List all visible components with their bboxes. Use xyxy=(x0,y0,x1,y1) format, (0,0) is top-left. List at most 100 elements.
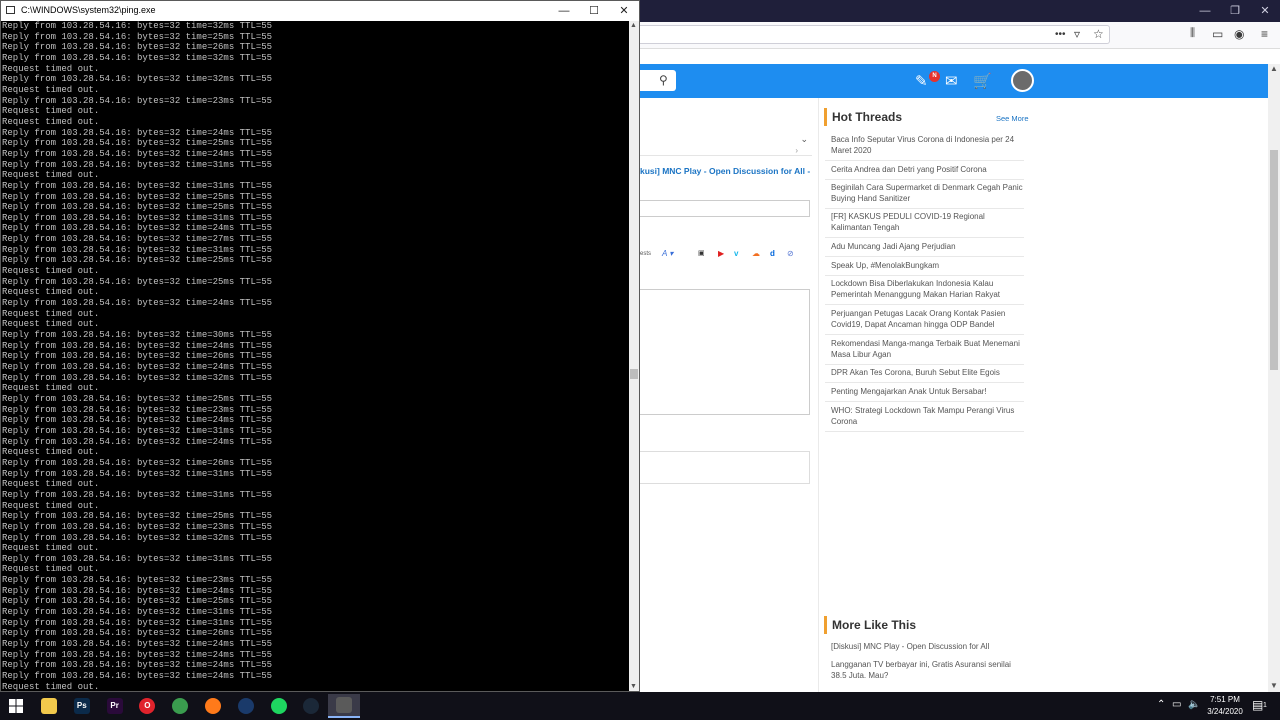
sidebar-icon[interactable]: ▭ xyxy=(1212,27,1223,41)
link-icon[interactable]: ⊘ xyxy=(787,249,794,258)
console-line: Request timed out. xyxy=(2,479,100,490)
hot-thread-item[interactable]: Perjuangan Petugas Lacak Orang Kontak Pa… xyxy=(831,308,1024,330)
thread-title-link[interactable]: kusi] MNC Play - Open Discussion for All… xyxy=(640,166,812,176)
hot-thread-item[interactable]: WHO: Strategi Lockdown Tak Mampu Perangi… xyxy=(831,405,1024,427)
console-titlebar[interactable]: C:\WINDOWS\system32\ping.exe — ☐ ✕ xyxy=(1,1,639,21)
clock-date[interactable]: 3/24/2020 xyxy=(1203,707,1247,716)
start-button[interactable] xyxy=(0,692,32,720)
scroll-down-icon[interactable]: ▼ xyxy=(630,683,637,690)
chevron-down-icon[interactable]: ⌄ xyxy=(800,134,808,145)
console-line: Reply from 103.28.54.16: bytes=32 time=2… xyxy=(2,127,273,138)
scroll-down-icon[interactable]: ▼ xyxy=(1270,681,1278,690)
console-line: Request timed out. xyxy=(2,308,100,319)
menu-icon[interactable]: ≡ xyxy=(1261,27,1268,41)
hot-thread-item[interactable]: Penting Mengajarkan Anak Untuk Bersabar! xyxy=(831,386,1024,397)
console-line: Request timed out. xyxy=(2,543,100,554)
page-actions-icon[interactable]: ••• xyxy=(1055,29,1066,40)
taskbar-firefox-button[interactable] xyxy=(197,694,229,718)
console-line: Reply from 103.28.54.16: bytes=32 time=3… xyxy=(2,74,273,85)
hot-thread-item[interactable]: Rekomendasi Manga-manga Terbaik Buat Men… xyxy=(831,338,1024,360)
hot-thread-item[interactable]: [FR] KASKUS PEDULI COVID-19 Regional Kal… xyxy=(831,211,1024,233)
hot-thread-item[interactable]: Adu Muncang Jadi Ajang Perjudian xyxy=(831,241,1024,252)
console-line: Reply from 103.28.54.16: bytes=32 time=3… xyxy=(2,617,273,628)
taskbar-steam-link-button[interactable] xyxy=(230,694,262,718)
hot-thread-item[interactable]: Speak Up, #MenolakBungkam xyxy=(831,260,1024,271)
console-icon xyxy=(336,697,353,713)
taskbar-steam-button[interactable] xyxy=(295,694,327,718)
taskbar-premiere-button[interactable]: Pr xyxy=(99,694,131,718)
soundcloud-icon[interactable]: ☁ xyxy=(752,249,760,258)
console-maximize-button[interactable]: ☐ xyxy=(579,1,609,21)
hot-thread-item[interactable]: DPR Akan Tes Corona, Buruh Sebut Elite E… xyxy=(831,367,1024,378)
messages-icon[interactable]: ✉ xyxy=(945,72,958,90)
console-line: Reply from 103.28.54.16: bytes=32 time=2… xyxy=(2,521,273,532)
dailymotion-icon[interactable]: d xyxy=(770,249,775,258)
reply-editor-textarea[interactable] xyxy=(640,289,810,415)
console-line: Reply from 103.28.54.16: bytes=32 time=3… xyxy=(2,180,273,191)
url-bar[interactable] xyxy=(640,25,1110,44)
scrollbar-thumb[interactable] xyxy=(1270,150,1278,370)
cart-icon[interactable]: 🛒 xyxy=(973,72,992,90)
premiere-icon: Pr xyxy=(106,698,123,714)
browser-scrollbar[interactable]: ▲ ▼ xyxy=(1268,64,1280,692)
show-hidden-icons-icon[interactable]: ⌃ xyxy=(1157,699,1165,710)
library-icon[interactable]: ⫼ xyxy=(1190,27,1195,40)
console-line: Reply from 103.28.54.16: bytes=32 time=3… xyxy=(2,607,273,618)
chevron-right-icon[interactable]: › xyxy=(795,146,798,155)
browser-minimize-button[interactable]: — xyxy=(1190,0,1220,22)
taskbar-file-explorer-button[interactable] xyxy=(33,694,65,718)
pocket-icon[interactable]: ▿ xyxy=(1074,27,1080,41)
console-scrollbar[interactable]: ▲ ▼ xyxy=(629,21,639,691)
youtube-icon[interactable]: ▶ xyxy=(718,249,724,258)
font-style-icon[interactable]: A ▾ xyxy=(662,249,673,258)
volume-icon[interactable]: 🔈 xyxy=(1188,699,1200,710)
console-minimize-button[interactable]: — xyxy=(549,1,579,21)
hot-thread-item[interactable]: Baca Info Seputar Virus Corona di Indone… xyxy=(831,134,1024,156)
console-app-icon xyxy=(6,6,15,14)
taskbar-console-button[interactable] xyxy=(328,694,361,718)
console-line: Reply from 103.28.54.16: bytes=32 time=2… xyxy=(2,596,273,607)
scroll-up-icon[interactable]: ▲ xyxy=(630,22,637,29)
console-line: Reply from 103.28.54.16: bytes=32 time=2… xyxy=(2,649,273,660)
reply-title-input[interactable] xyxy=(640,200,810,217)
browser-maximize-button[interactable]: ❐ xyxy=(1220,0,1250,22)
user-avatar[interactable] xyxy=(1011,69,1034,92)
browser-close-button[interactable]: ✕ xyxy=(1250,0,1280,22)
taskbar-photoshop-button[interactable]: Ps xyxy=(66,694,98,718)
bookmark-star-icon[interactable]: ☆ xyxy=(1093,27,1104,41)
console-line: Reply from 103.28.54.16: bytes=32 time=2… xyxy=(2,148,273,159)
see-more-link[interactable]: See More xyxy=(996,114,1029,123)
clock-time[interactable]: 7:51 PM xyxy=(1205,695,1245,704)
hot-thread-item[interactable]: Cerita Andrea dan Detri yang Positif Cor… xyxy=(831,164,1024,175)
more-like-this-item[interactable]: [Diskusi] MNC Play - Open Discussion for… xyxy=(831,641,1024,652)
toolbar-label-fragment: ests xyxy=(640,251,652,257)
spoiler-icon[interactable]: ▣ xyxy=(698,249,705,257)
console-close-button[interactable]: ✕ xyxy=(609,1,639,21)
hot-thread-item[interactable]: Beginilah Cara Supermarket di Denmark Ce… xyxy=(831,182,1024,204)
more-like-this-heading: More Like This xyxy=(824,616,916,634)
console-scrollbar-thumb[interactable] xyxy=(630,369,638,379)
scroll-up-icon[interactable]: ▲ xyxy=(1270,64,1278,73)
taskbar-chrome-button[interactable] xyxy=(164,694,196,718)
console-output-area[interactable]: Reply from 103.28.54.16: bytes=32 time=3… xyxy=(1,21,629,691)
more-like-this-item[interactable]: Langganan TV berbayar ini, Gratis Asuran… xyxy=(831,659,1024,681)
taskbar-spotify-button[interactable] xyxy=(263,694,295,718)
create-thread-pencil-icon[interactable]: ✎ xyxy=(915,72,928,90)
taskbar-opera-button[interactable]: O xyxy=(131,694,163,718)
console-line: Reply from 103.28.54.16: bytes=32 time=2… xyxy=(2,255,273,266)
console-line: Reply from 103.28.54.16: bytes=32 time=3… xyxy=(2,468,273,479)
chrome-icon xyxy=(172,698,189,714)
action-center-icon[interactable]: ▤ xyxy=(1252,698,1263,712)
account-icon[interactable]: ◉ xyxy=(1234,27,1244,41)
console-line: Reply from 103.28.54.16: bytes=32 time=2… xyxy=(2,511,273,522)
console-line: Reply from 103.28.54.16: bytes=32 time=2… xyxy=(2,340,273,351)
network-icon[interactable]: ▭ xyxy=(1172,699,1181,710)
console-line: Request timed out. xyxy=(2,681,100,691)
console-line: Reply from 103.28.54.16: bytes=32 time=3… xyxy=(2,159,273,170)
vimeo-icon[interactable]: v xyxy=(734,249,738,258)
header-search-button[interactable]: ⚲ xyxy=(640,70,676,91)
thread-divider xyxy=(825,160,1024,161)
hot-thread-item[interactable]: Lockdown Bisa Diberlakukan Indonesia Kal… xyxy=(831,278,1024,300)
console-line: Reply from 103.28.54.16: bytes=32 time=2… xyxy=(2,457,273,468)
windows-logo-icon xyxy=(9,699,23,713)
